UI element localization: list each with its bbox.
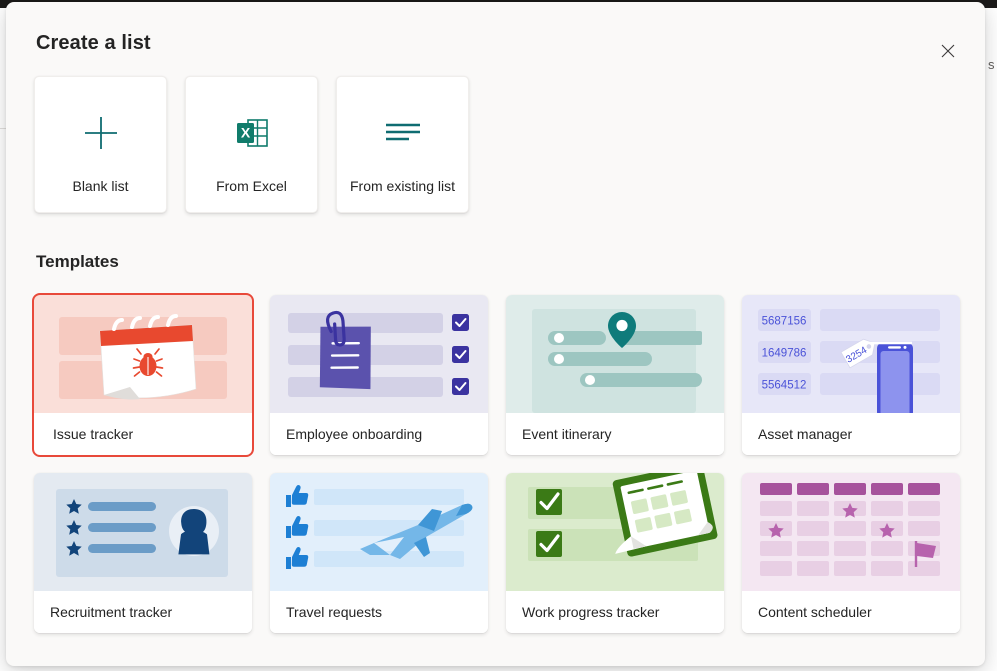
template-label: Issue tracker [34,413,252,455]
asset-id-2: 1649786 [762,348,807,360]
create-option-blank-list[interactable]: Blank list [34,76,167,213]
event-itinerary-art [506,295,724,413]
template-label: Recruitment tracker [34,591,252,633]
svg-text:X: X [240,125,250,141]
template-card-recruitment-tracker[interactable]: Recruitment tracker [34,473,252,633]
recruitment-tracker-art [34,473,252,591]
lines-icon [384,112,422,154]
templates-heading: Templates [36,252,119,271]
content-scheduler-art [742,473,960,591]
issue-tracker-art [34,295,252,413]
template-label: Work progress tracker [506,591,724,633]
create-option-from-existing-list[interactable]: From existing list [336,76,469,213]
create-option-label: From existing list [349,178,456,194]
template-label: Asset manager [742,413,960,455]
work-progress-tracker-art [506,473,724,591]
template-label: Travel requests [270,591,488,633]
close-icon [941,44,955,58]
template-label: Event itinerary [506,413,724,455]
plus-icon [82,112,120,154]
templates-grid: Issue tracker Employee onboarding Event … [32,293,962,633]
template-card-content-scheduler[interactable]: Content scheduler [742,473,960,633]
excel-icon: X [234,112,270,154]
screen: s Create a list Blank list X From Excel … [0,0,997,671]
template-card-event-itinerary[interactable]: Event itinerary [506,295,724,455]
travel-requests-art [270,473,488,591]
close-button[interactable] [932,35,964,67]
create-option-label: From Excel [216,178,287,194]
create-options: Blank list X From Excel From existing li… [34,76,469,213]
template-card-work-progress-tracker[interactable]: Work progress tracker [506,473,724,633]
asset-manager-art: 5687156 1649786 5564512 3254 [742,295,960,413]
asset-id-1: 5687156 [762,316,807,328]
template-card-asset-manager[interactable]: 5687156 1649786 5564512 3254 Asset manag… [742,295,960,455]
create-list-dialog: Create a list Blank list X From Excel Fr… [6,2,985,666]
background-edge-text: s [988,57,995,72]
create-option-label: Blank list [72,178,129,194]
create-option-from-excel[interactable]: X From Excel [185,76,318,213]
asset-id-3: 5564512 [762,380,807,392]
template-card-travel-requests[interactable]: Travel requests [270,473,488,633]
page-title: Create a list [36,32,151,54]
template-card-employee-onboarding[interactable]: Employee onboarding [270,295,488,455]
template-label: Employee onboarding [270,413,488,455]
employee-onboarding-art [270,295,488,413]
template-label: Content scheduler [742,591,960,633]
template-card-issue-tracker[interactable]: Issue tracker [32,293,254,457]
